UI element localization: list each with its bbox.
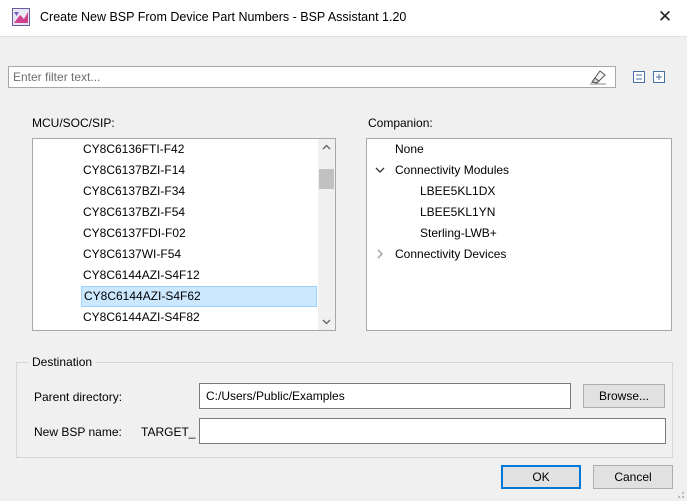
resize-grip-icon[interactable] <box>673 487 685 499</box>
mcu-list[interactable]: CY8C6136FTI-F42 CY8C6137BZI-F14 CY8C6137… <box>32 138 336 331</box>
tree-item-connectivity-modules[interactable]: Connectivity Modules <box>367 160 667 181</box>
tree-item-label: Connectivity Modules <box>395 163 510 177</box>
dialog-body: MCU/SOC/SIP: CY8C6136FTI-F42 CY8C6137BZI… <box>0 36 687 501</box>
eraser-icon[interactable] <box>589 69 607 85</box>
filter-input[interactable] <box>11 68 590 86</box>
parent-directory-input[interactable] <box>200 384 570 408</box>
chevron-expanded-icon[interactable] <box>374 164 386 176</box>
cancel-button[interactable]: Cancel <box>593 465 673 489</box>
tree-item-module[interactable]: LBEE5KL1DX <box>420 181 495 202</box>
new-bsp-name-label: New BSP name: <box>34 425 122 439</box>
parent-directory-field[interactable] <box>199 383 571 409</box>
expand-all-icon[interactable] <box>652 70 666 84</box>
scroll-thumb[interactable] <box>319 169 334 189</box>
tree-item-module[interactable]: LBEE5KL1YN <box>420 202 495 223</box>
companion-tree[interactable]: None Connectivity Modules LBEE5KL1DX LBE… <box>366 138 672 331</box>
chevron-collapsed-icon[interactable] <box>374 248 386 260</box>
list-item[interactable]: CY8C6144AZI-S4F82 <box>83 307 200 328</box>
list-item[interactable]: CY8C6144AZI-S4F12 <box>83 265 200 286</box>
mcu-scrollbar[interactable] <box>318 139 335 330</box>
new-bsp-name-input[interactable] <box>200 419 665 443</box>
destination-group-title: Destination <box>28 355 97 369</box>
app-icon <box>12 8 30 26</box>
close-icon[interactable]: ✕ <box>653 5 677 29</box>
ok-button[interactable]: OK <box>501 465 581 489</box>
title-bar: Create New BSP From Device Part Numbers … <box>0 0 687 36</box>
list-item[interactable]: CY8C6137BZI-F14 <box>83 160 185 181</box>
chevron-down-icon[interactable] <box>318 313 335 330</box>
collapse-all-icon[interactable] <box>632 70 646 84</box>
companion-label: Companion: <box>368 116 433 130</box>
list-item[interactable]: CY8C6137FDI-F02 <box>83 223 186 244</box>
browse-button[interactable]: Browse... <box>583 384 665 408</box>
tree-item-module[interactable]: Sterling-LWB+ <box>420 223 497 244</box>
window-title: Create New BSP From Device Part Numbers … <box>40 10 407 24</box>
parent-directory-label: Parent directory: <box>34 390 123 404</box>
tree-item-connectivity-devices[interactable]: Connectivity Devices <box>367 244 667 265</box>
list-item[interactable]: CY8C6136FTI-F42 <box>83 139 184 160</box>
list-item[interactable]: CY8C6137BZI-F34 <box>83 181 185 202</box>
list-item-selected[interactable]: CY8C6144AZI-S4F62 <box>81 286 317 307</box>
filter-box <box>8 66 616 88</box>
mcu-label: MCU/SOC/SIP: <box>32 116 115 130</box>
chevron-up-icon[interactable] <box>318 139 335 156</box>
new-bsp-name-field[interactable] <box>199 418 666 444</box>
new-bsp-name-prefix: TARGET_ <box>141 425 196 439</box>
tree-item-label: Connectivity Devices <box>395 247 507 261</box>
tree-item-none[interactable]: None <box>395 139 424 160</box>
list-item[interactable]: CY8C6137BZI-F54 <box>83 202 185 223</box>
list-item[interactable]: CY8C6137WI-F54 <box>83 244 181 265</box>
